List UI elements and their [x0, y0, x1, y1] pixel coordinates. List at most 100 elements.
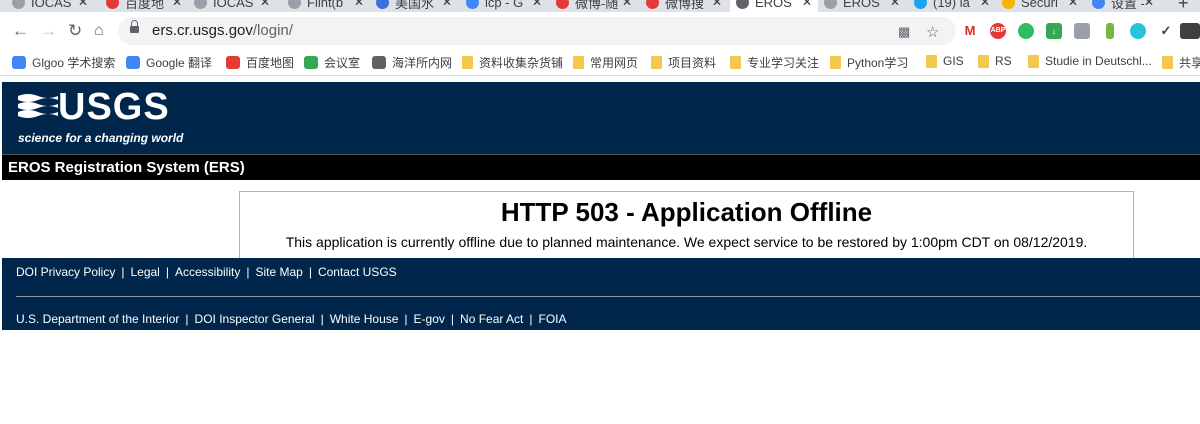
- browser-tab[interactable]: icp - G ✕: [460, 0, 548, 12]
- error-title: HTTP 503 - Application Offline: [500, 197, 873, 227]
- tab-favicon-icon: [824, 0, 837, 9]
- browser-toolbar: ← → ↻ ⌂ ers.cr.usgs.gov/login/ ▩ ☆ M ABP…: [0, 12, 1200, 50]
- browser-tab[interactable]: EROS ✕: [730, 0, 818, 12]
- footer-link[interactable]: Contact USGS: [318, 265, 397, 279]
- browser-tab[interactable]: 百度地 ✕: [100, 0, 188, 12]
- tab-close-icon[interactable]: ✕: [532, 0, 542, 9]
- bookmark-folder[interactable]: 常用网页: [573, 54, 638, 71]
- extension-icon[interactable]: [1106, 23, 1114, 39]
- browser-tab[interactable]: Securi ✕: [996, 0, 1084, 12]
- bookmark-folder[interactable]: 项目资料: [651, 54, 716, 71]
- tab-close-icon[interactable]: ✕: [78, 0, 88, 9]
- tab-favicon-icon: [376, 0, 389, 9]
- bookmark-item[interactable]: 百度地图: [226, 54, 294, 71]
- browser-tab[interactable]: 微博搜 ✕: [640, 0, 728, 12]
- reload-icon[interactable]: ↻: [68, 21, 82, 41]
- bookmark-item[interactable]: Google 翻译: [126, 54, 212, 71]
- profile-avatar[interactable]: [1180, 23, 1200, 39]
- footer-separator: |: [450, 312, 455, 326]
- tab-title: 百度地: [125, 0, 165, 11]
- browser-tab[interactable]: 微博-随 ✕: [550, 0, 638, 12]
- bookmark-folder[interactable]: 专业学习关注: [730, 54, 819, 71]
- footer-link[interactable]: E-gov: [414, 312, 445, 326]
- camera-icon[interactable]: [1074, 23, 1090, 39]
- tab-close-icon[interactable]: ✕: [1144, 0, 1154, 9]
- bookmark-folder[interactable]: 共享: [1162, 54, 1200, 71]
- bookmark-star-icon[interactable]: ☆: [926, 23, 939, 41]
- footer-separator: |: [308, 265, 312, 279]
- tampermonkey-icon[interactable]: [1130, 23, 1146, 39]
- bookmark-label: 共享: [1179, 56, 1200, 70]
- bookmark-folder[interactable]: RS: [978, 54, 1012, 68]
- tab-favicon-icon: [736, 0, 749, 9]
- usgs-logo-text[interactable]: USGS: [58, 86, 170, 129]
- footer-link[interactable]: Site Map: [255, 265, 302, 279]
- tab-close-icon[interactable]: ✕: [890, 0, 900, 9]
- bookmark-folder[interactable]: GIS: [926, 54, 964, 68]
- gmail-icon[interactable]: M: [962, 23, 978, 39]
- footer-link[interactable]: No Fear Act: [460, 312, 523, 326]
- folder-icon: [1162, 56, 1173, 69]
- footer-link[interactable]: Legal: [130, 265, 159, 279]
- folder-icon: [926, 54, 937, 68]
- bookmark-label: GIS: [943, 54, 964, 68]
- bookmark-folder[interactable]: 资料收集杂货铺: [462, 54, 563, 71]
- bookmark-item[interactable]: 会议室: [304, 54, 360, 71]
- translate-icon[interactable]: ▩: [898, 24, 910, 40]
- tab-title: icp - G: [485, 0, 524, 10]
- site-favicon-icon: [126, 56, 140, 69]
- home-icon[interactable]: ⌂: [94, 21, 104, 41]
- site-favicon-icon: [304, 56, 318, 69]
- back-icon[interactable]: ←: [12, 21, 29, 41]
- error-message-box: HTTP 503 - Application Offline This appl…: [239, 191, 1134, 259]
- tab-close-icon[interactable]: ✕: [260, 0, 270, 9]
- tab-favicon-icon: [466, 0, 479, 9]
- folder-icon: [978, 54, 989, 68]
- footer-links-primary: DOI Privacy Policy | Legal | Accessibility | S…: [16, 265, 397, 279]
- browser-tab[interactable]: 设置 - ✕: [1086, 0, 1160, 12]
- browser-tab[interactable]: IOCAS ✕: [188, 0, 276, 12]
- tab-close-icon[interactable]: ✕: [622, 0, 632, 9]
- footer-link[interactable]: Accessibility: [175, 265, 240, 279]
- browser-tab[interactable]: 美国水 ✕: [370, 0, 458, 12]
- usgs-tagline: science for a changing world: [18, 131, 184, 145]
- browser-tab[interactable]: EROS ✕: [818, 0, 906, 12]
- tab-close-icon[interactable]: ✕: [980, 0, 990, 9]
- eyedropper-icon[interactable]: ✓: [1158, 23, 1174, 39]
- tab-favicon-icon: [106, 0, 119, 9]
- tab-close-icon[interactable]: ✕: [712, 0, 722, 9]
- footer-link[interactable]: DOI Inspector General: [195, 312, 315, 326]
- footer-link[interactable]: DOI Privacy Policy: [16, 265, 115, 279]
- bookmark-folder[interactable]: Studie in Deutschl...: [1028, 54, 1152, 68]
- bookmark-label: 会议室: [324, 56, 361, 70]
- site-favicon-icon: [372, 56, 386, 69]
- tab-close-icon[interactable]: ✕: [1068, 0, 1078, 9]
- new-tab-button[interactable]: +: [1178, 0, 1189, 12]
- tab-title: EROS: [843, 0, 880, 10]
- tab-title: 美国水: [395, 0, 435, 11]
- footer-link[interactable]: White House: [330, 312, 399, 326]
- evernote-icon[interactable]: [1018, 23, 1034, 39]
- address-bar[interactable]: ers.cr.usgs.gov/login/ ▩ ☆: [118, 17, 956, 45]
- adblock-icon[interactable]: ABP: [990, 23, 1006, 39]
- footer-divider: [16, 296, 1200, 297]
- tab-close-icon[interactable]: ✕: [442, 0, 452, 9]
- bookmarks-bar: Glgoo 学术搜索 Google 翻译 百度地图 会议室 海洋所内网 资料收集杂货铺 常用…: [0, 50, 1200, 76]
- download-icon[interactable]: ↓: [1046, 23, 1062, 39]
- lock-icon[interactable]: [130, 20, 139, 36]
- tab-close-icon[interactable]: ✕: [354, 0, 364, 9]
- folder-icon: [730, 56, 741, 69]
- url-text[interactable]: ers.cr.usgs.gov/login/: [152, 22, 293, 39]
- bookmark-item[interactable]: 海洋所内网: [372, 54, 452, 71]
- footer-link[interactable]: FOIA: [539, 312, 567, 326]
- tab-close-icon[interactable]: ✕: [172, 0, 182, 9]
- bookmark-folder[interactable]: Python学习: [830, 54, 908, 71]
- tab-title: EROS: [755, 0, 792, 10]
- footer-link[interactable]: U.S. Department of the Interior: [16, 312, 179, 326]
- browser-tab[interactable]: IOCAS ✕: [6, 0, 94, 12]
- browser-tab[interactable]: Flint(b ✕: [282, 0, 370, 12]
- tab-close-icon[interactable]: ✕: [802, 0, 812, 9]
- forward-icon[interactable]: →: [40, 21, 57, 41]
- browser-tab[interactable]: (19) la ✕: [908, 0, 996, 12]
- bookmark-item[interactable]: Glgoo 学术搜索: [12, 54, 115, 71]
